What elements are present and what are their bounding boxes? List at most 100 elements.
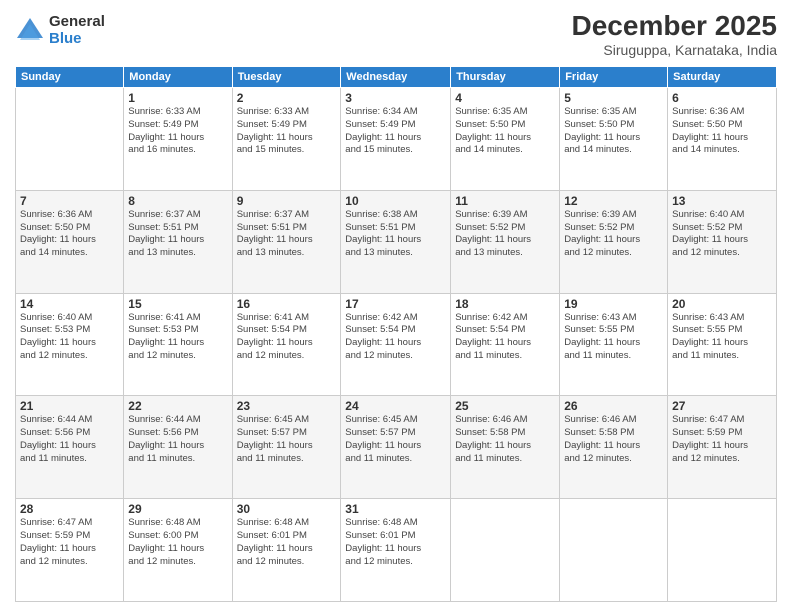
day-number: 26 — [564, 399, 663, 413]
day-info: Sunrise: 6:42 AMSunset: 5:54 PMDaylight:… — [455, 312, 555, 363]
calendar-day-cell: 31Sunrise: 6:48 AMSunset: 6:01 PMDayligh… — [341, 499, 451, 602]
weekday-header-row: SundayMondayTuesdayWednesdayThursdayFrid… — [16, 67, 777, 88]
calendar-table: SundayMondayTuesdayWednesdayThursdayFrid… — [15, 66, 777, 602]
calendar-day-cell: 1Sunrise: 6:33 AMSunset: 5:49 PMDaylight… — [124, 88, 232, 191]
calendar-day-cell: 24Sunrise: 6:45 AMSunset: 5:57 PMDayligh… — [341, 396, 451, 499]
calendar-day-cell: 4Sunrise: 6:35 AMSunset: 5:50 PMDaylight… — [451, 88, 560, 191]
day-number: 18 — [455, 297, 555, 311]
day-number: 5 — [564, 91, 663, 105]
calendar-day-cell: 23Sunrise: 6:45 AMSunset: 5:57 PMDayligh… — [232, 396, 341, 499]
calendar-day-cell: 25Sunrise: 6:46 AMSunset: 5:58 PMDayligh… — [451, 396, 560, 499]
weekday-header: Sunday — [16, 67, 124, 88]
day-info: Sunrise: 6:48 AMSunset: 6:01 PMDaylight:… — [345, 517, 446, 568]
calendar-day-cell: 19Sunrise: 6:43 AMSunset: 5:55 PMDayligh… — [560, 293, 668, 396]
day-number: 27 — [672, 399, 772, 413]
day-info: Sunrise: 6:39 AMSunset: 5:52 PMDaylight:… — [455, 209, 555, 260]
day-number: 25 — [455, 399, 555, 413]
calendar-day-cell: 15Sunrise: 6:41 AMSunset: 5:53 PMDayligh… — [124, 293, 232, 396]
day-info: Sunrise: 6:46 AMSunset: 5:58 PMDaylight:… — [564, 414, 663, 465]
day-number: 23 — [237, 399, 337, 413]
day-info: Sunrise: 6:47 AMSunset: 5:59 PMDaylight:… — [20, 517, 119, 568]
calendar-day-cell: 17Sunrise: 6:42 AMSunset: 5:54 PMDayligh… — [341, 293, 451, 396]
calendar-day-cell: 2Sunrise: 6:33 AMSunset: 5:49 PMDaylight… — [232, 88, 341, 191]
day-info: Sunrise: 6:44 AMSunset: 5:56 PMDaylight:… — [128, 414, 227, 465]
day-number: 8 — [128, 194, 227, 208]
day-number: 6 — [672, 91, 772, 105]
day-info: Sunrise: 6:35 AMSunset: 5:50 PMDaylight:… — [564, 106, 663, 157]
calendar-week-row: 28Sunrise: 6:47 AMSunset: 5:59 PMDayligh… — [16, 499, 777, 602]
weekday-header: Friday — [560, 67, 668, 88]
day-info: Sunrise: 6:43 AMSunset: 5:55 PMDaylight:… — [564, 312, 663, 363]
day-number: 2 — [237, 91, 337, 105]
logo-text: General Blue — [49, 14, 105, 47]
weekday-header: Saturday — [668, 67, 777, 88]
day-info: Sunrise: 6:46 AMSunset: 5:58 PMDaylight:… — [455, 414, 555, 465]
day-info: Sunrise: 6:47 AMSunset: 5:59 PMDaylight:… — [672, 414, 772, 465]
day-info: Sunrise: 6:39 AMSunset: 5:52 PMDaylight:… — [564, 209, 663, 260]
logo: General Blue — [15, 14, 105, 47]
day-number: 30 — [237, 502, 337, 516]
day-info: Sunrise: 6:45 AMSunset: 5:57 PMDaylight:… — [345, 414, 446, 465]
calendar-day-cell: 12Sunrise: 6:39 AMSunset: 5:52 PMDayligh… — [560, 190, 668, 293]
calendar-week-row: 21Sunrise: 6:44 AMSunset: 5:56 PMDayligh… — [16, 396, 777, 499]
calendar-day-cell: 21Sunrise: 6:44 AMSunset: 5:56 PMDayligh… — [16, 396, 124, 499]
day-number: 14 — [20, 297, 119, 311]
calendar-day-cell — [451, 499, 560, 602]
calendar-week-row: 7Sunrise: 6:36 AMSunset: 5:50 PMDaylight… — [16, 190, 777, 293]
day-number: 11 — [455, 194, 555, 208]
calendar-day-cell: 3Sunrise: 6:34 AMSunset: 5:49 PMDaylight… — [341, 88, 451, 191]
day-number: 20 — [672, 297, 772, 311]
day-number: 9 — [237, 194, 337, 208]
calendar-week-row: 1 Sunrise: 6:33 AMSunset: 5:49 PMDaylight… — [16, 88, 777, 191]
month-title: December 2025 — [572, 10, 777, 42]
day-number: 7 — [20, 194, 119, 208]
day-info: Sunrise: 6:41 AMSunset: 5:54 PMDaylight:… — [237, 312, 337, 363]
calendar-day-cell: 9Sunrise: 6:37 AMSunset: 5:51 PMDaylight… — [232, 190, 341, 293]
calendar-day-cell: 13Sunrise: 6:40 AMSunset: 5:52 PMDayligh… — [668, 190, 777, 293]
calendar-day-cell: 18Sunrise: 6:42 AMSunset: 5:54 PMDayligh… — [451, 293, 560, 396]
calendar-day-cell: 10Sunrise: 6:38 AMSunset: 5:51 PMDayligh… — [341, 190, 451, 293]
day-info: Sunrise: 6:37 AMSunset: 5:51 PMDaylight:… — [128, 209, 227, 260]
calendar-day-cell — [560, 499, 668, 602]
calendar-day-cell: 11Sunrise: 6:39 AMSunset: 5:52 PMDayligh… — [451, 190, 560, 293]
day-info: Sunrise: 6:34 AMSunset: 5:49 PMDaylight:… — [345, 106, 446, 157]
day-info: Sunrise: 6:37 AMSunset: 5:51 PMDaylight:… — [237, 209, 337, 260]
calendar-day-cell: 6Sunrise: 6:36 AMSunset: 5:50 PMDaylight… — [668, 88, 777, 191]
day-info: Sunrise: 6:44 AMSunset: 5:56 PMDaylight:… — [20, 414, 119, 465]
day-info: Sunrise: 6:38 AMSunset: 5:51 PMDaylight:… — [345, 209, 446, 260]
page: General Blue December 2025 Siruguppa, Ka… — [0, 0, 792, 612]
calendar-day-cell — [668, 499, 777, 602]
day-info: Sunrise: 6:36 AMSunset: 5:50 PMDaylight:… — [672, 106, 772, 157]
calendar-day-cell: 28Sunrise: 6:47 AMSunset: 5:59 PMDayligh… — [16, 499, 124, 602]
day-info: Sunrise: 6:40 AMSunset: 5:53 PMDaylight:… — [20, 312, 119, 363]
day-number: 19 — [564, 297, 663, 311]
calendar-day-cell — [16, 88, 124, 191]
calendar-day-cell: 29Sunrise: 6:48 AMSunset: 6:00 PMDayligh… — [124, 499, 232, 602]
day-number: 1 — [128, 91, 227, 105]
logo-icon — [15, 16, 45, 46]
day-info: Sunrise: 6:36 AMSunset: 5:50 PMDaylight:… — [20, 209, 119, 260]
day-number: 16 — [237, 297, 337, 311]
calendar-day-cell: 26Sunrise: 6:46 AMSunset: 5:58 PMDayligh… — [560, 396, 668, 499]
day-number: 12 — [564, 194, 663, 208]
day-number: 17 — [345, 297, 446, 311]
header: General Blue December 2025 Siruguppa, Ka… — [15, 10, 777, 58]
calendar-week-row: 14Sunrise: 6:40 AMSunset: 5:53 PMDayligh… — [16, 293, 777, 396]
day-number: 29 — [128, 502, 227, 516]
day-number: 3 — [345, 91, 446, 105]
calendar-day-cell: 14Sunrise: 6:40 AMSunset: 5:53 PMDayligh… — [16, 293, 124, 396]
day-info: Sunrise: 6:33 AMSunset: 5:49 PMDaylight:… — [237, 106, 337, 157]
day-info: Sunrise: 6:43 AMSunset: 5:55 PMDaylight:… — [672, 312, 772, 363]
calendar-day-cell: 27Sunrise: 6:47 AMSunset: 5:59 PMDayligh… — [668, 396, 777, 499]
day-number: 28 — [20, 502, 119, 516]
day-info: Sunrise: 6:35 AMSunset: 5:50 PMDaylight:… — [455, 106, 555, 157]
day-info: Sunrise: 6:48 AMSunset: 6:01 PMDaylight:… — [237, 517, 337, 568]
day-info: Sunrise: 6:41 AMSunset: 5:53 PMDaylight:… — [128, 312, 227, 363]
calendar-day-cell: 8Sunrise: 6:37 AMSunset: 5:51 PMDaylight… — [124, 190, 232, 293]
weekday-header: Tuesday — [232, 67, 341, 88]
weekday-header: Wednesday — [341, 67, 451, 88]
day-number: 15 — [128, 297, 227, 311]
calendar-day-cell: 5Sunrise: 6:35 AMSunset: 5:50 PMDaylight… — [560, 88, 668, 191]
calendar-day-cell: 22Sunrise: 6:44 AMSunset: 5:56 PMDayligh… — [124, 396, 232, 499]
day-number: 21 — [20, 399, 119, 413]
